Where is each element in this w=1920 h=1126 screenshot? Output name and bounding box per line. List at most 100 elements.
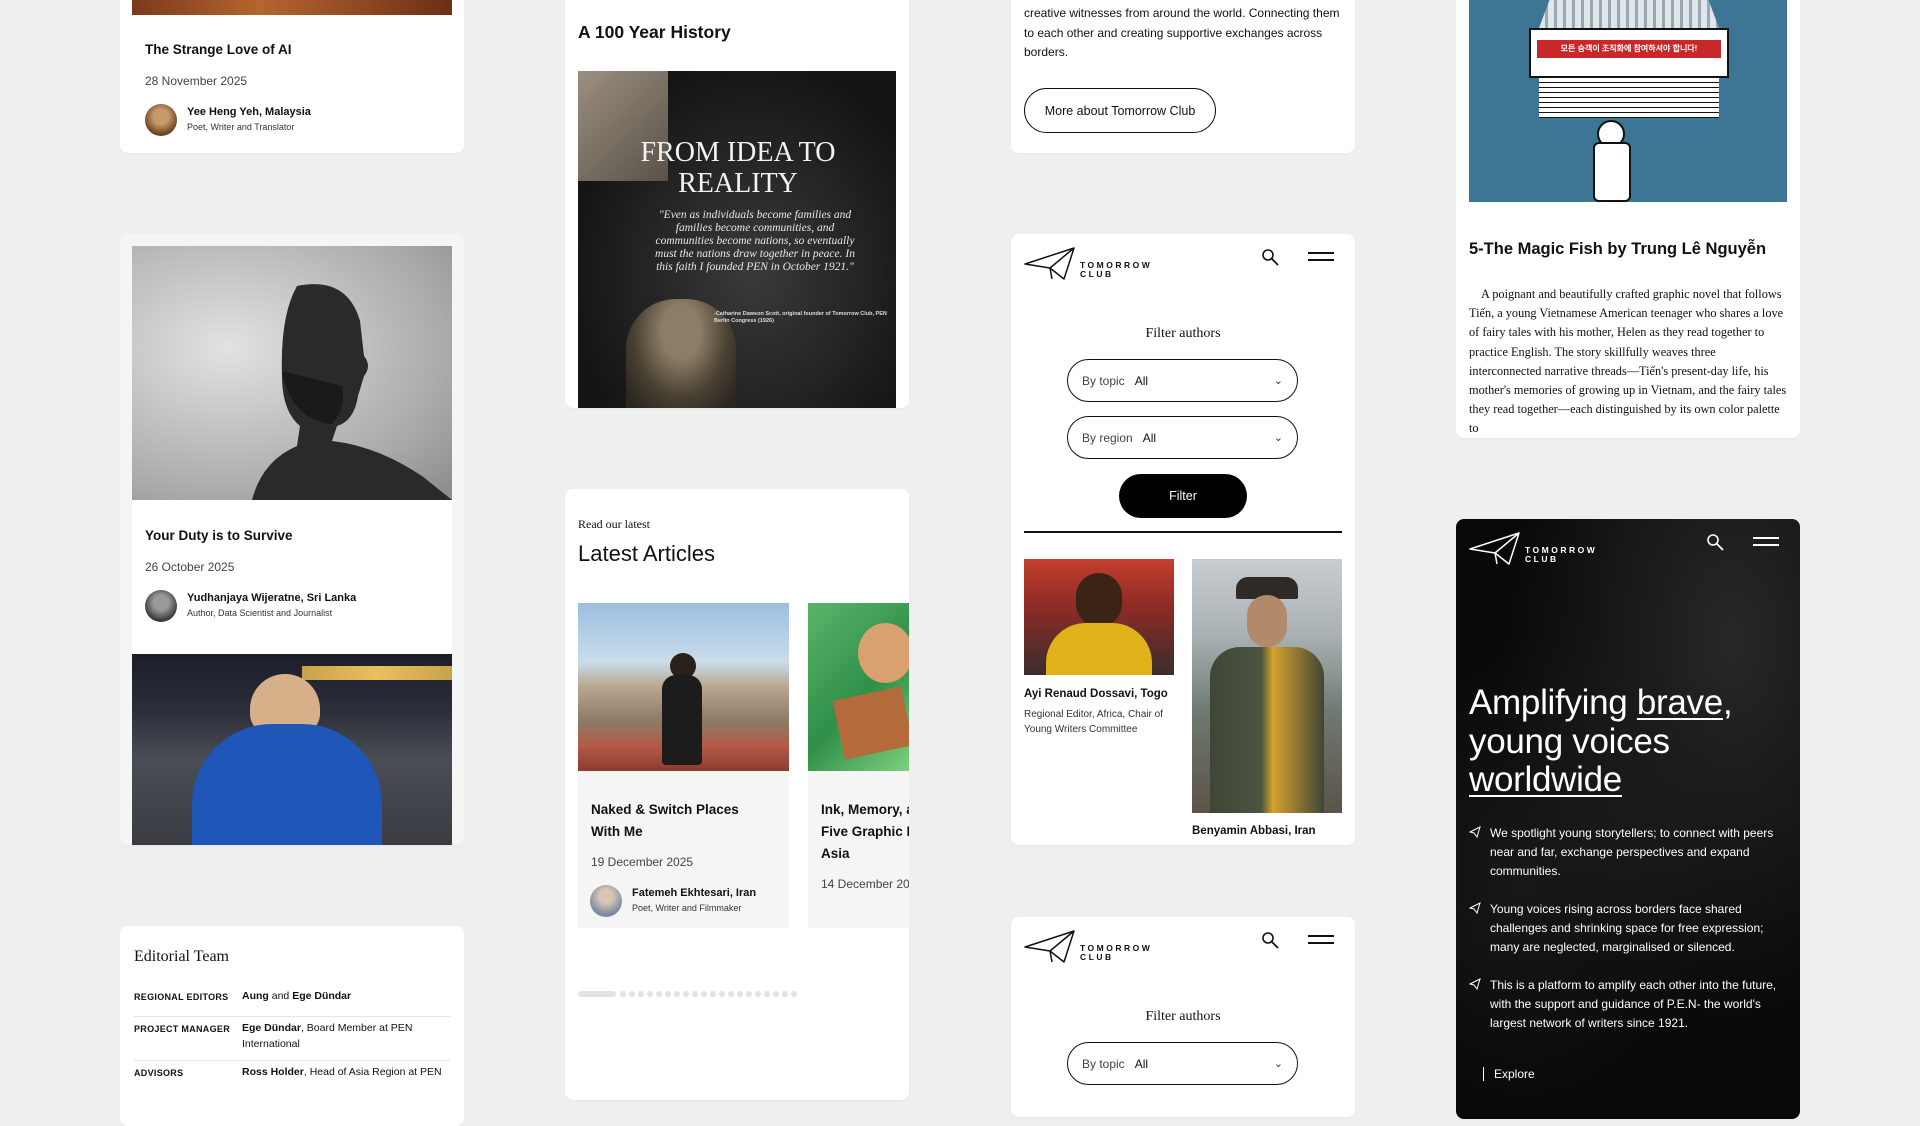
- poster-quote: "Even as individuals become families and…: [655, 209, 855, 273]
- carousel-dot[interactable]: [647, 991, 653, 997]
- carousel-dot[interactable]: [692, 991, 698, 997]
- history-heading: A 100 Year History: [578, 22, 731, 42]
- carousel-dot[interactable]: [701, 991, 707, 997]
- menu-icon[interactable]: [1308, 250, 1334, 264]
- carousel-dot[interactable]: [782, 991, 788, 997]
- portrait-silhouette: [252, 284, 452, 500]
- select-label: By topic: [1082, 1056, 1125, 1071]
- article-title[interactable]: Your Duty is to Survive: [145, 528, 293, 543]
- logo[interactable]: TOMORROW CLUB: [1024, 929, 1164, 965]
- search-icon[interactable]: [1261, 248, 1281, 268]
- editor-name: Ege Dündar: [242, 1022, 301, 1034]
- book-card-magic-fish: 모든 승객이 조직화에 참여하셔야 합니다! 5-The Magic Fish …: [1456, 0, 1800, 438]
- article-title[interactable]: Ink, Memory, a Five Graphic N Asia: [821, 799, 909, 865]
- carousel-dot[interactable]: [674, 991, 680, 997]
- logo-line2: CLUB: [1080, 269, 1114, 279]
- topic-select[interactable]: By topic All ⌄: [1067, 1042, 1298, 1085]
- filter-button[interactable]: Filter: [1119, 474, 1247, 518]
- menu-icon[interactable]: [1753, 535, 1779, 549]
- hero-headline: Amplifying brave, young voices worldwide: [1469, 683, 1789, 800]
- author-photo[interactable]: [1024, 559, 1174, 675]
- carousel-dot[interactable]: [656, 991, 662, 997]
- carousel-dot[interactable]: [629, 991, 635, 997]
- carousel-dot[interactable]: [710, 991, 716, 997]
- carousel-dot-active[interactable]: [578, 991, 616, 997]
- article-image[interactable]: [808, 603, 909, 771]
- headline-part: ,: [1722, 683, 1733, 722]
- editorial-label: ADVISORS: [134, 1068, 184, 1078]
- bullet-text: We spotlight young storytellers; to conn…: [1490, 826, 1774, 878]
- person-jacket: [1210, 647, 1324, 813]
- comic-book: [832, 686, 909, 760]
- author-avatar: [145, 590, 177, 622]
- person-shirt: [192, 724, 382, 845]
- select-value: All: [1134, 1056, 1149, 1071]
- carousel-dot[interactable]: [737, 991, 743, 997]
- carousel-dot[interactable]: [755, 991, 761, 997]
- author-name[interactable]: Benyamin Abbasi, Iran: [1192, 825, 1316, 837]
- book-illustration[interactable]: 모든 승객이 조직화에 참여하셔야 합니다!: [1469, 0, 1787, 202]
- logo[interactable]: TOMORROW CLUB: [1469, 531, 1609, 567]
- carousel-dot[interactable]: [665, 991, 671, 997]
- explore-link[interactable]: Explore: [1483, 1067, 1535, 1081]
- article-card-ink-memory[interactable]: Ink, Memory, a Five Graphic N Asia 14 De…: [808, 603, 909, 928]
- person-head: [1247, 595, 1287, 647]
- more-about-button[interactable]: More about Tomorrow Club: [1024, 88, 1216, 133]
- author-role: Regional Editor, Africa, Chair of Young …: [1024, 709, 1163, 735]
- carousel-dot[interactable]: [728, 991, 734, 997]
- book-title[interactable]: 5-The Magic Fish by Trung Lê Nguyễn: [1469, 240, 1766, 259]
- headline-link-worldwide[interactable]: worldwide: [1469, 760, 1622, 799]
- menu-icon[interactable]: [1308, 933, 1334, 947]
- carousel-dot[interactable]: [719, 991, 725, 997]
- divider: [1024, 531, 1342, 533]
- logo-text: TOMORROW CLUB: [1080, 944, 1152, 962]
- editor-name: Aung: [242, 990, 269, 1002]
- author-photo[interactable]: [1192, 559, 1342, 813]
- editorial-label: REGIONAL EDITORS: [134, 992, 229, 1002]
- hero-card: TOMORROW CLUB Amplifying brave, young voi…: [1456, 519, 1800, 1119]
- carousel-dot[interactable]: [620, 991, 626, 997]
- bullet-text: This is a platform to amplify each other…: [1490, 978, 1777, 1030]
- article-card-strange-love[interactable]: The Strange Love of AI 28 November 2025 …: [120, 0, 464, 153]
- filter-authors-card: TOMORROW CLUB Filter authors By topic All…: [1011, 234, 1355, 845]
- headline-link-brave[interactable]: brave: [1637, 683, 1723, 722]
- history-poster[interactable]: FROM IDEA TO REALITY "Even as individual…: [578, 71, 896, 408]
- comic-face: [858, 623, 909, 683]
- carousel-dot[interactable]: [746, 991, 752, 997]
- search-icon[interactable]: [1706, 533, 1726, 553]
- article-card-naked[interactable]: Naked & Switch Places With Me 19 Decembe…: [578, 603, 789, 928]
- paper-plane-icon: [1469, 978, 1481, 990]
- history-card: A 100 Year History FROM IDEA TO REALITY …: [565, 0, 909, 408]
- article-image[interactable]: [578, 603, 789, 771]
- article-title[interactable]: The Strange Love of AI: [145, 42, 292, 57]
- author-name[interactable]: Fatemeh Ekhtesari, Iran: [632, 887, 756, 899]
- author-name[interactable]: Ayi Renaud Dossavi, Togo: [1024, 688, 1168, 700]
- filter-heading: Filter authors: [1145, 1009, 1221, 1024]
- article-image-next[interactable]: [132, 654, 452, 845]
- chevron-down-icon: ⌄: [1273, 375, 1283, 387]
- carousel-dot[interactable]: [791, 991, 797, 997]
- author-name[interactable]: Yudhanjaya Wijeratne, Sri Lanka: [187, 592, 356, 604]
- search-icon[interactable]: [1261, 931, 1281, 951]
- carousel-dot[interactable]: [764, 991, 770, 997]
- comic-figure-body: [1593, 142, 1631, 202]
- region-select[interactable]: By region All ⌄: [1067, 416, 1298, 459]
- author-name[interactable]: Yee Heng Yeh, Malaysia: [187, 106, 311, 118]
- article-image[interactable]: [132, 0, 452, 15]
- article-title[interactable]: Naked & Switch Places With Me: [591, 799, 771, 843]
- carousel-dot[interactable]: [683, 991, 689, 997]
- about-text: creative witnesses from around the world…: [1024, 6, 1340, 59]
- logo-text: TOMORROW CLUB: [1525, 546, 1597, 564]
- article-image[interactable]: [132, 246, 452, 500]
- explore-label: Explore: [1494, 1067, 1535, 1081]
- carousel-dot[interactable]: [638, 991, 644, 997]
- select-value: All: [1134, 373, 1149, 388]
- topic-select[interactable]: By topic All ⌄: [1067, 359, 1298, 402]
- logo[interactable]: TOMORROW CLUB: [1024, 246, 1164, 282]
- select-value: All: [1142, 430, 1157, 445]
- logo-text: TOMORROW CLUB: [1080, 261, 1152, 279]
- article-card-duty-survive[interactable]: Your Duty is to Survive 26 October 2025 …: [120, 234, 464, 845]
- latest-heading: Latest Articles: [578, 541, 715, 566]
- paper-plane-icon: [1024, 930, 1075, 963]
- carousel-dot[interactable]: [773, 991, 779, 997]
